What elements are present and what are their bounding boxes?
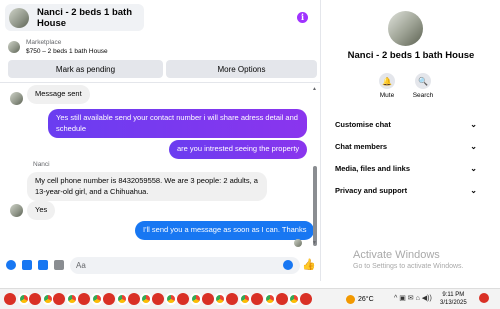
- activate-windows-watermark: Activate Windows Go to Settings to activ…: [353, 249, 464, 270]
- chrome-icon[interactable]: [116, 293, 128, 305]
- message-bubble: My cell phone number is 8432059558. We a…: [27, 172, 267, 201]
- chevron-down-icon: ⌄: [470, 164, 477, 173]
- message-input[interactable]: Aa: [70, 257, 300, 274]
- sender-name: Nanci: [33, 161, 50, 168]
- mute-button[interactable]: 🔔 Mute: [367, 73, 407, 99]
- chat-title: Nanci - 2 beds 1 bath House: [37, 6, 133, 29]
- search-icon: 🔍: [415, 73, 431, 89]
- app-icon[interactable]: [202, 293, 214, 305]
- app-icon[interactable]: [276, 293, 288, 305]
- app-icon[interactable]: [128, 293, 140, 305]
- listing-category: Marketplace: [26, 39, 62, 46]
- sun-icon: [346, 295, 355, 304]
- chevron-down-icon: ⌄: [470, 142, 477, 151]
- chrome-icon[interactable]: [66, 293, 78, 305]
- clock[interactable]: 9:11 PM 3/13/2025: [440, 291, 467, 307]
- scroll-down-icon[interactable]: ▼: [312, 240, 317, 246]
- contact-avatar: [9, 7, 29, 28]
- message-bubble: Yes: [27, 201, 56, 220]
- app-icon[interactable]: [78, 293, 90, 305]
- seen-avatar: [294, 239, 302, 247]
- chrome-icon[interactable]: [91, 293, 103, 305]
- weather-widget[interactable]: 26°C: [346, 295, 374, 304]
- app-icon[interactable]: [4, 293, 16, 305]
- profile-avatar[interactable]: [388, 11, 423, 46]
- mark-as-pending-button[interactable]: Mark as pending: [8, 60, 163, 78]
- notification-icon[interactable]: [479, 293, 489, 303]
- app-icon[interactable]: [226, 293, 238, 305]
- section-chat-members[interactable]: Chat members ⌄: [335, 142, 477, 151]
- time: 9:11 PM: [442, 292, 465, 298]
- chevron-down-icon: ⌄: [470, 120, 477, 129]
- app-icon[interactable]: [152, 293, 164, 305]
- profile-name: Nanci - 2 beds 1 bath House: [347, 50, 475, 61]
- emoji-icon[interactable]: [283, 260, 293, 270]
- date: 3/13/2025: [440, 300, 467, 306]
- sticker-icon[interactable]: [38, 260, 48, 270]
- message-bubble: are you intrested seeing the property: [169, 140, 308, 159]
- bell-icon: 🔔: [379, 73, 395, 89]
- chat-pane: Nanci - 2 beds 1 bath House i Marketplac…: [0, 0, 321, 281]
- contact-avatar: [10, 92, 23, 105]
- chrome-icon[interactable]: [190, 293, 202, 305]
- contact-avatar: [10, 204, 23, 217]
- search-label: Search: [412, 92, 434, 99]
- chrome-icon[interactable]: [165, 293, 177, 305]
- scrollbar[interactable]: [312, 86, 317, 246]
- chrome-icon[interactable]: [140, 293, 152, 305]
- message-bubble: Yes still available send your contact nu…: [48, 109, 307, 138]
- more-options-button[interactable]: More Options: [166, 60, 317, 78]
- app-icon[interactable]: [103, 293, 115, 305]
- system-tray[interactable]: ^ ▣ ✉ ⌂ ◀)): [394, 294, 432, 302]
- chat-header[interactable]: Nanci - 2 beds 1 bath House: [5, 4, 144, 31]
- message-bubble: I'll send you a message as soon as I can…: [135, 221, 315, 240]
- chrome-icon[interactable]: [239, 293, 251, 305]
- app-icon[interactable]: [251, 293, 263, 305]
- app-icon[interactable]: [177, 293, 189, 305]
- section-media-files-links[interactable]: Media, files and links ⌄: [335, 164, 477, 173]
- plus-icon[interactable]: [6, 260, 16, 270]
- chevron-down-icon: ⌄: [470, 186, 477, 195]
- chrome-icon[interactable]: [264, 293, 276, 305]
- mute-label: Mute: [379, 92, 395, 99]
- divider: [0, 82, 321, 83]
- scroll-thumb[interactable]: [313, 166, 317, 246]
- image-icon[interactable]: [22, 260, 32, 270]
- app-icon[interactable]: [53, 293, 65, 305]
- section-customise-chat[interactable]: Customise chat ⌄: [335, 120, 477, 129]
- chrome-icon[interactable]: [288, 293, 300, 305]
- temperature: 26°C: [358, 296, 374, 303]
- listing-card[interactable]: Marketplace $750 – 2 beds 1 bath House: [8, 38, 108, 56]
- listing-thumbnail: [8, 41, 20, 53]
- search-button[interactable]: 🔍 Search: [403, 73, 443, 99]
- message-bubble: Message sent: [27, 85, 90, 104]
- chrome-icon[interactable]: [214, 293, 226, 305]
- gif-icon[interactable]: [54, 260, 64, 270]
- app-icon[interactable]: [29, 293, 41, 305]
- listing-summary: $750 – 2 beds 1 bath House: [26, 48, 108, 55]
- info-icon[interactable]: i: [297, 12, 308, 23]
- app-icon[interactable]: [300, 293, 312, 305]
- like-icon[interactable]: 👍: [302, 258, 316, 271]
- section-privacy-support[interactable]: Privacy and support ⌄: [335, 186, 477, 195]
